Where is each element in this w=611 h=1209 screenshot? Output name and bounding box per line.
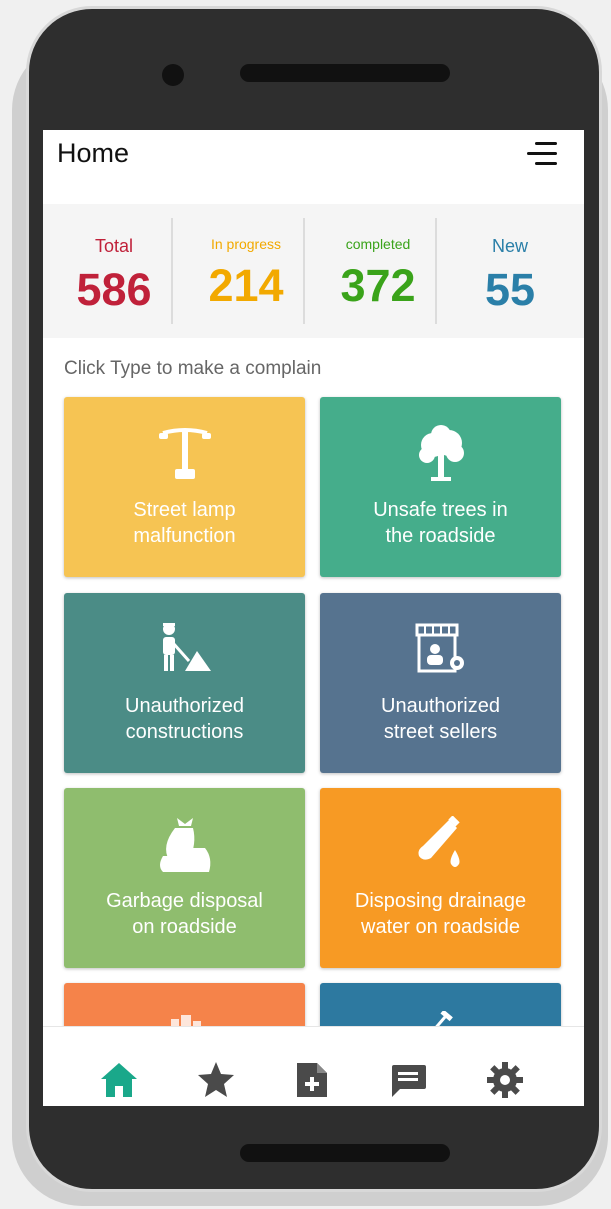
star-icon[interactable] bbox=[195, 1059, 237, 1101]
tile-label: Unauthorized street sellers bbox=[381, 695, 500, 743]
tile-unsafe-trees[interactable]: Unsafe trees in the roadside bbox=[320, 397, 561, 577]
settings-gear-icon[interactable] bbox=[484, 1059, 526, 1101]
front-camera bbox=[162, 64, 184, 86]
tile-unauthorized-constructions[interactable]: Unauthorized constructions bbox=[64, 593, 305, 773]
tile-label: Unauthorized constructions bbox=[125, 695, 244, 743]
tile-disposing-drainage-water[interactable]: Disposing drainage water on roadside bbox=[320, 788, 561, 968]
tree-icon bbox=[320, 425, 561, 483]
drainage-water-icon bbox=[320, 816, 561, 874]
street-lamp-icon bbox=[64, 425, 305, 483]
tile-street-lamp[interactable]: Street lamp malfunction bbox=[64, 397, 305, 577]
message-icon[interactable] bbox=[387, 1059, 429, 1101]
bottom-navigation bbox=[43, 1026, 584, 1106]
tile-label: Street lamp malfunction bbox=[133, 499, 236, 547]
bottom-speaker bbox=[240, 1144, 450, 1162]
garbage-bag-icon bbox=[64, 816, 305, 874]
tile-garbage-disposal[interactable]: Garbage disposal on roadside bbox=[64, 788, 305, 968]
home-icon[interactable] bbox=[98, 1059, 140, 1101]
tile-label: Unsafe trees in the roadside bbox=[373, 499, 508, 547]
complaint-type-grid: Street lamp malfunction Unsafe trees in th… bbox=[43, 130, 584, 1106]
add-document-icon[interactable] bbox=[291, 1059, 333, 1101]
tile-label: Disposing drainage water on roadside bbox=[354, 890, 527, 938]
tile-unauthorized-street-sellers[interactable]: Unauthorized street sellers bbox=[320, 593, 561, 773]
app-screen: Home Total 586 In progress 214 completed… bbox=[43, 130, 584, 1106]
construction-worker-icon bbox=[64, 621, 305, 679]
earpiece-speaker bbox=[240, 64, 450, 82]
tile-label: Garbage disposal on roadside bbox=[106, 890, 263, 938]
street-seller-icon bbox=[320, 621, 561, 679]
